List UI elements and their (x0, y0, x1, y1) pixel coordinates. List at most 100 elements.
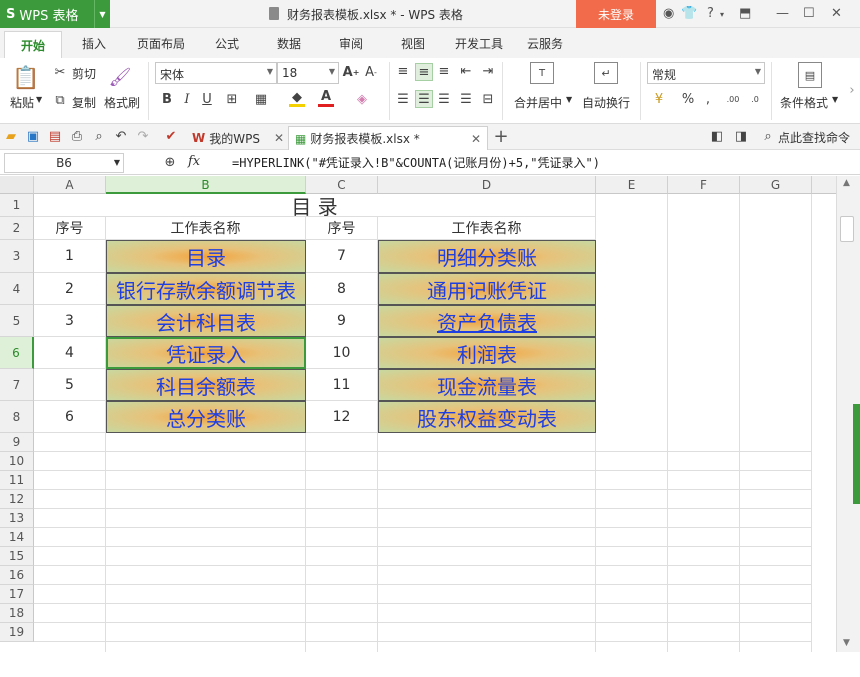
format-painter-button[interactable]: 格式刷 (104, 94, 140, 111)
row-header[interactable]: 16 (0, 566, 34, 585)
row-header[interactable]: 6 (0, 337, 34, 369)
align-left-icon[interactable]: ☰ (395, 91, 411, 107)
font-color-icon[interactable]: A (318, 89, 334, 107)
tab-insert[interactable]: 插入 (82, 35, 106, 52)
app-menu-button[interactable]: S WPS 表格 ▼ (0, 0, 110, 28)
login-button[interactable]: 未登录 (576, 0, 656, 28)
search-icon[interactable]: ⌕ (761, 129, 775, 144)
name-box[interactable]: B6 ▼ (4, 153, 124, 173)
sheet-link[interactable]: 通用记账凭证 (378, 273, 596, 305)
share-icon[interactable]: ◨ (734, 129, 748, 144)
index-cell[interactable]: 1 (34, 240, 106, 273)
doc-tab-file[interactable]: ▦ 财务报表模板.xlsx * ✕ (288, 126, 488, 150)
scissors-icon[interactable]: ✂ (52, 64, 68, 80)
cut-button[interactable]: 剪切 (72, 65, 96, 82)
fill-color-icon[interactable]: ◆ (289, 90, 305, 107)
font-name-select[interactable]: 宋体 ▼ (155, 62, 277, 84)
row-header[interactable]: 17 (0, 585, 34, 604)
save-icon[interactable]: ▣ (26, 129, 40, 144)
percent-icon[interactable]: % (680, 91, 696, 107)
row-header[interactable]: 18 (0, 604, 34, 623)
scrollbar-thumb[interactable] (840, 216, 854, 242)
copy-button[interactable]: 复制 (72, 94, 96, 111)
sheet-link[interactable]: 资产负债表 (378, 305, 596, 337)
new-tab-icon[interactable]: + (493, 126, 509, 147)
pdf-icon[interactable]: ▤ (48, 129, 62, 144)
index-cell[interactable]: 7 (306, 240, 378, 273)
scroll-down-icon[interactable]: ▼ (843, 638, 850, 648)
tab-page-layout[interactable]: 页面布局 (137, 35, 185, 52)
justify-icon[interactable]: ☰ (458, 91, 474, 107)
italic-icon[interactable]: I (180, 91, 194, 107)
chevron-down-icon[interactable]: ▼ (832, 95, 838, 104)
chevron-down-icon[interactable]: ▾ (720, 10, 724, 19)
row-header[interactable]: 7 (0, 369, 34, 401)
cell-style-icon[interactable]: ▦ (253, 91, 269, 107)
chevron-down-icon[interactable]: ▼ (36, 95, 42, 104)
sheet-link[interactable]: 目录 (106, 240, 306, 273)
close-icon[interactable]: ✕ (831, 6, 842, 21)
index-cell[interactable]: 12 (306, 401, 378, 433)
indent-decrease-icon[interactable]: ⇤ (458, 63, 474, 79)
row-header[interactable]: 1 (0, 194, 34, 217)
maximize-icon[interactable]: ☐ (803, 6, 815, 21)
sheet-link[interactable]: 会计科目表 (106, 305, 306, 337)
vertical-scrollbar[interactable]: ▲ ▼ (836, 176, 860, 652)
row-header[interactable]: 2 (0, 217, 34, 240)
print-preview-icon[interactable]: ⌕ (92, 129, 106, 144)
row-header[interactable]: 14 (0, 528, 34, 547)
header-cell[interactable]: 工作表名称 (378, 217, 596, 240)
sheet-link-selected[interactable]: 凭证录入 (106, 337, 306, 369)
conditional-format-icon[interactable]: ▤ (798, 62, 822, 88)
row-header[interactable]: 15 (0, 547, 34, 566)
row-header[interactable]: 10 (0, 452, 34, 471)
row-header[interactable]: 8 (0, 401, 34, 433)
redo-icon[interactable]: ↷ (136, 129, 150, 144)
chevron-down-icon[interactable]: ▼ (94, 0, 110, 28)
wrap-text-icon[interactable]: ↵ (594, 62, 618, 84)
column-header-d[interactable]: D (378, 176, 596, 194)
print-icon[interactable]: ⎙ (70, 129, 84, 144)
sheet-link[interactable]: 总分类账 (106, 401, 306, 433)
row-header[interactable]: 3 (0, 240, 34, 273)
doc-tab-home[interactable]: W 我的WPS ✕ (186, 126, 290, 150)
chevron-down-icon[interactable]: ▼ (114, 158, 120, 167)
underline-icon[interactable]: U (200, 91, 214, 107)
side-panel-toggle[interactable] (853, 404, 860, 504)
index-cell[interactable]: 8 (306, 273, 378, 305)
index-cell[interactable]: 3 (34, 305, 106, 337)
sheet-link[interactable]: 现金流量表 (378, 369, 596, 401)
row-header[interactable]: 12 (0, 490, 34, 509)
header-cell[interactable]: 序号 (34, 217, 106, 240)
merge-center-icon[interactable]: T (530, 62, 554, 84)
row-header[interactable]: 9 (0, 433, 34, 452)
column-header-f[interactable]: F (668, 176, 740, 194)
close-icon[interactable]: ✕ (274, 131, 284, 145)
row-header[interactable]: 4 (0, 273, 34, 305)
increase-decimal-icon[interactable]: .00 (724, 91, 742, 107)
help-icon[interactable]: ? (707, 6, 714, 21)
font-shrink-icon[interactable]: A- (363, 64, 379, 80)
tab-cloud[interactable]: 云服务 (527, 35, 563, 52)
index-cell[interactable]: 2 (34, 273, 106, 305)
column-header-g[interactable]: G (740, 176, 812, 194)
skin-icon[interactable]: ◉ (663, 6, 674, 21)
indent-increase-icon[interactable]: ⇥ (480, 63, 496, 79)
conditional-format-button[interactable]: 条件格式 (780, 94, 828, 111)
format-painter-icon[interactable]: 🖌 (108, 64, 132, 90)
tab-formulas[interactable]: 公式 (215, 35, 239, 52)
sheet-link[interactable]: 股东权益变动表 (378, 401, 596, 433)
index-cell[interactable]: 5 (34, 369, 106, 401)
copy-icon[interactable]: ⧉ (52, 92, 68, 108)
tab-view[interactable]: 视图 (401, 35, 425, 52)
sheet-link[interactable]: 银行存款余额调节表 (106, 273, 306, 305)
row-header[interactable]: 5 (0, 305, 34, 337)
index-cell[interactable]: 4 (34, 337, 106, 369)
command-search[interactable]: 点此查找命令 (778, 129, 850, 146)
column-header-c[interactable]: C (306, 176, 378, 194)
decrease-decimal-icon[interactable]: .0 (746, 91, 764, 107)
zoom-search-icon[interactable]: ⊕ (162, 154, 178, 170)
tab-developer[interactable]: 开发工具 (455, 35, 503, 52)
column-header-a[interactable]: A (34, 176, 106, 194)
row-header[interactable]: 19 (0, 623, 34, 642)
